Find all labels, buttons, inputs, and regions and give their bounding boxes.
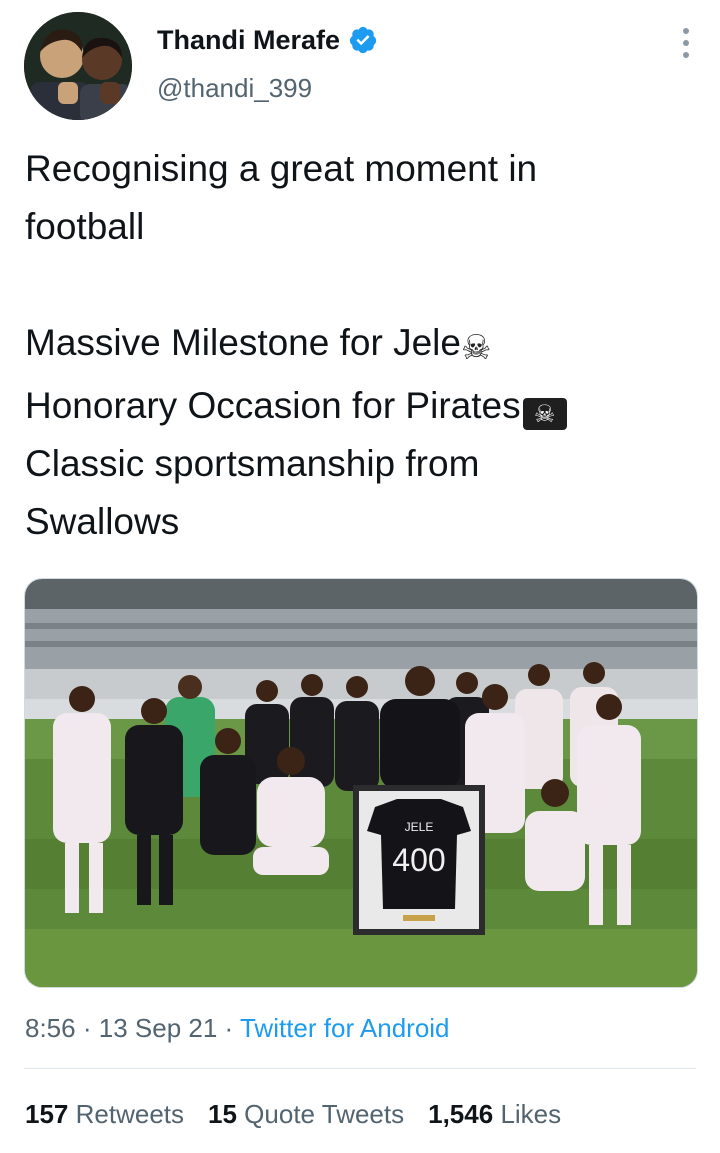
tweet-line: Swallows — [25, 501, 180, 542]
more-options-icon[interactable] — [682, 28, 690, 58]
tweet-meta: 8:56 · 13 Sep 21 · Twitter for Android — [25, 1010, 450, 1046]
team-photo-image: JELE 400 — [25, 579, 697, 987]
likes-label: Likes — [500, 1099, 562, 1129]
jersey-number: 400 — [392, 842, 445, 878]
verified-badge-icon — [349, 26, 377, 54]
retweets-label: Retweets — [75, 1099, 185, 1129]
tweet-line: Massive Milestone for Jele — [25, 322, 461, 363]
meta-separator: · — [82, 1013, 92, 1043]
tweet-stats: 157 Retweets 15 Quote Tweets 1,546 Likes — [25, 1096, 561, 1132]
skull-crossbones-emoji-icon: ☠ — [460, 328, 492, 368]
author-handle[interactable]: @thandi_399 — [157, 72, 312, 104]
tweet-date[interactable]: 13 Sep 21 — [99, 1013, 218, 1043]
quote-tweets-stat[interactable]: 15 Quote Tweets — [208, 1096, 404, 1132]
divider — [24, 1068, 696, 1069]
avatar[interactable] — [24, 12, 132, 120]
tweet-line: football — [25, 206, 145, 247]
likes-stat[interactable]: 1,546 Likes — [428, 1096, 561, 1132]
tweet-line: Recognising a great moment in — [25, 148, 538, 189]
jersey-name: JELE — [405, 820, 434, 834]
retweets-stat[interactable]: 157 Retweets — [25, 1096, 184, 1132]
likes-count: 1,546 — [428, 1099, 494, 1129]
author-name-row[interactable]: Thandi Merafe — [157, 24, 378, 56]
tweet-line-with-emoji: Honorary Occasion for Pirates ☠ — [25, 377, 695, 435]
retweets-count: 157 — [25, 1099, 69, 1129]
framed-jersey: JELE 400 — [353, 785, 485, 935]
quote-tweets-count: 15 — [208, 1099, 237, 1129]
tweet-photo[interactable]: JELE 400 — [24, 578, 698, 988]
tweet-text: Recognising a great moment in football M… — [25, 140, 695, 551]
tweet-line: Honorary Occasion for Pirates — [25, 385, 521, 426]
avatar-image — [24, 12, 132, 120]
quote-tweets-label: Quote Tweets — [244, 1099, 405, 1129]
tweet-time[interactable]: 8:56 — [25, 1013, 76, 1043]
tweet-line: Classic sportsmanship from — [25, 443, 480, 484]
tweet-source-link[interactable]: Twitter for Android — [240, 1013, 450, 1043]
pirate-flag-emoji-icon: ☠ — [522, 398, 567, 430]
tweet-line-with-emoji: Massive Milestone for Jele☠ — [25, 314, 695, 377]
meta-separator: · — [224, 1013, 234, 1043]
author-display-name[interactable]: Thandi Merafe — [157, 24, 340, 56]
